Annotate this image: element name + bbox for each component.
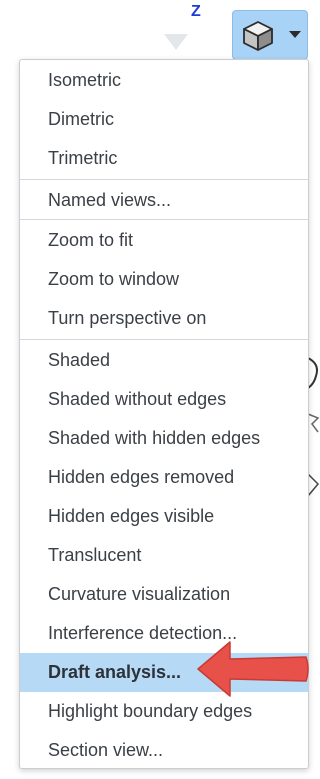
- menu-item-isometric[interactable]: Isometric: [20, 61, 308, 100]
- menu-divider: [20, 339, 308, 340]
- menu-item-shaded[interactable]: Shaded: [20, 341, 308, 380]
- menu-item-named-views[interactable]: Named views...: [20, 181, 308, 220]
- view-options-button[interactable]: [232, 10, 308, 60]
- viewport: Z Isometric Dimetric Trimetric Named views.…: [0, 0, 320, 779]
- menu-divider: [20, 179, 308, 180]
- menu-item-zoom-to-window[interactable]: Zoom to window: [20, 260, 308, 299]
- menu-item-translucent[interactable]: Translucent: [20, 536, 308, 575]
- menu-divider: [20, 219, 308, 220]
- menu-item-curvature-visualization[interactable]: Curvature visualization: [20, 575, 308, 614]
- menu-item-hidden-edges-visible[interactable]: Hidden edges visible: [20, 497, 308, 536]
- cube-icon: [243, 21, 273, 51]
- menu-item-dimetric[interactable]: Dimetric: [20, 100, 308, 139]
- menu-item-shaded-without-edges[interactable]: Shaded without edges: [20, 380, 308, 419]
- caret-down-icon: [289, 31, 301, 38]
- menu-item-section-view[interactable]: Section view...: [20, 731, 308, 770]
- menu-item-zoom-to-fit[interactable]: Zoom to fit: [20, 221, 308, 260]
- menu-item-shaded-with-hidden-edges[interactable]: Shaded with hidden edges: [20, 419, 308, 458]
- z-axis-label: Z: [191, 3, 201, 20]
- menu-item-trimetric[interactable]: Trimetric: [20, 139, 308, 178]
- red-arrow-icon: [197, 641, 309, 697]
- triad-pointer-icon: [164, 34, 188, 50]
- menu-item-turn-perspective-on[interactable]: Turn perspective on: [20, 299, 308, 338]
- menu-item-hidden-edges-removed[interactable]: Hidden edges removed: [20, 458, 308, 497]
